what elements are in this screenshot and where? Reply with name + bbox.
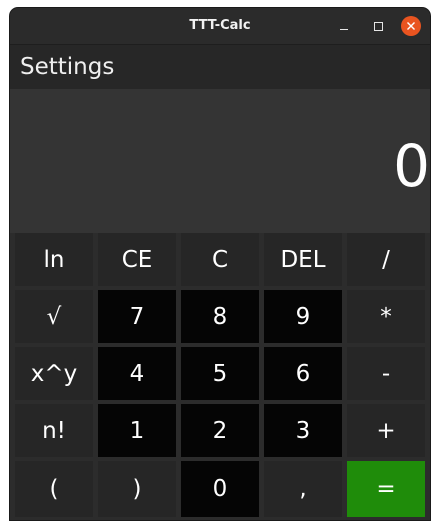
decimal-separator-button[interactable]: , [264, 461, 342, 517]
digit-8-button[interactable]: 8 [181, 290, 259, 343]
square-root-button[interactable]: √ [15, 290, 93, 343]
delete-button[interactable]: DEL [264, 233, 342, 286]
title-bar: TTT-Calc [10, 8, 430, 45]
clear-button[interactable]: C [181, 233, 259, 286]
close-paren-button[interactable]: ) [98, 461, 176, 517]
equals-button[interactable]: = [347, 461, 425, 517]
close-icon [407, 22, 415, 30]
calculator-window: TTT-Calc Settings 0 ln CE C DEL / √ 7 8 … [10, 8, 430, 520]
digit-1-button[interactable]: 1 [98, 404, 176, 457]
digit-2-button[interactable]: 2 [181, 404, 259, 457]
digit-6-button[interactable]: 6 [264, 347, 342, 400]
keypad: ln CE C DEL / √ 7 8 9 * x^y 4 5 6 - n! 1… [10, 233, 430, 520]
maximize-icon [373, 21, 383, 31]
minimize-icon [340, 28, 348, 30]
ln-button[interactable]: ln [15, 233, 93, 286]
clear-entry-button[interactable]: CE [98, 233, 176, 286]
plus-button[interactable]: + [347, 404, 425, 457]
divide-button[interactable]: / [347, 233, 425, 286]
power-button[interactable]: x^y [15, 347, 93, 400]
maximize-button[interactable] [368, 16, 388, 36]
digit-9-button[interactable]: 9 [264, 290, 342, 343]
digit-3-button[interactable]: 3 [264, 404, 342, 457]
digit-5-button[interactable]: 5 [181, 347, 259, 400]
display-value: 0 [393, 132, 430, 200]
window-title: TTT-Calc [189, 18, 251, 33]
minus-button[interactable]: - [347, 347, 425, 400]
minimize-button[interactable] [334, 16, 354, 36]
digit-7-button[interactable]: 7 [98, 290, 176, 343]
settings-menu[interactable]: Settings [18, 45, 116, 89]
digit-4-button[interactable]: 4 [98, 347, 176, 400]
menu-bar: Settings [10, 45, 430, 89]
close-button[interactable] [401, 16, 421, 36]
digit-0-button[interactable]: 0 [181, 461, 259, 517]
result-display: 0 [10, 89, 430, 233]
multiply-button[interactable]: * [347, 290, 425, 343]
factorial-button[interactable]: n! [15, 404, 93, 457]
open-paren-button[interactable]: ( [15, 461, 93, 517]
